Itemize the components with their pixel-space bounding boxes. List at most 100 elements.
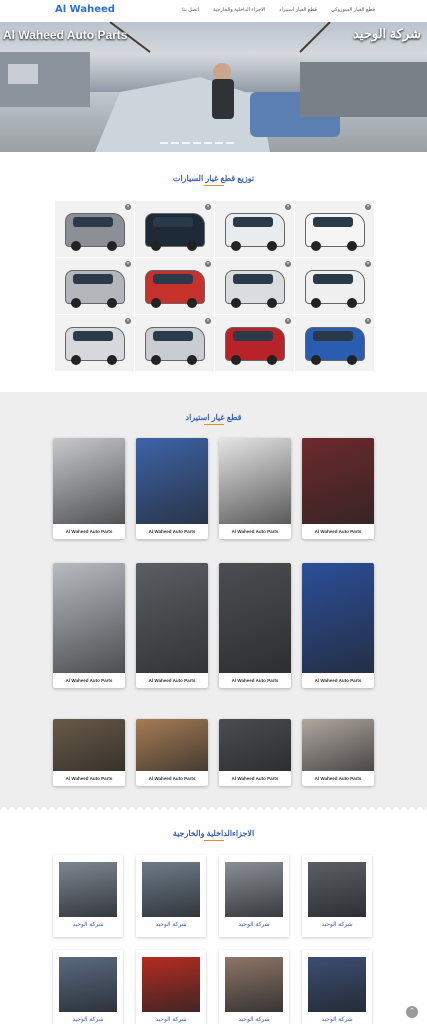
product-image [136, 563, 208, 673]
title-underline [203, 840, 224, 841]
wheel [151, 298, 161, 308]
wheel [187, 241, 197, 251]
product-card[interactable]: Al Waheed Auto Parts [136, 438, 208, 539]
close-icon[interactable]: × [205, 204, 211, 210]
product-card[interactable]: Al Waheed Auto Parts [302, 563, 374, 688]
wheel [231, 241, 241, 251]
vehicle-thumbnail[interactable]: × [215, 258, 294, 314]
wheel [71, 355, 81, 365]
vehicle-thumbnail[interactable]: × [295, 201, 374, 257]
gallery-caption: شركة الوحيد [155, 922, 187, 928]
product-image [53, 719, 125, 771]
scroll-to-top-button[interactable]: ⌃ [406, 1006, 418, 1018]
gallery-caption: شركة الوحيد [155, 1017, 187, 1023]
gallery-card[interactable]: شركة الوحيد [136, 950, 206, 1024]
slide-dot[interactable] [193, 142, 201, 144]
close-icon[interactable]: × [125, 318, 131, 324]
product-caption: Al Waheed Auto Parts [231, 776, 279, 781]
product-caption: Al Waheed Auto Parts [65, 776, 113, 781]
section-title-text: توزيع قطع غيار السيارات [172, 174, 255, 183]
product-card[interactable]: Al Waheed Auto Parts [136, 563, 208, 688]
slide-dot[interactable] [182, 142, 190, 144]
vehicle-thumbnail[interactable]: × [135, 258, 214, 314]
vehicle-thumbnail[interactable]: × [295, 315, 374, 371]
gallery-card[interactable]: شركة الوحيد [136, 855, 206, 937]
gallery-card[interactable]: شركة الوحيد [302, 855, 372, 937]
wheel [187, 298, 197, 308]
chevron-up-icon: ⌃ [409, 1008, 415, 1015]
vehicle-thumbnail[interactable]: × [55, 258, 134, 314]
vehicle-window [313, 274, 353, 284]
slide-dot[interactable] [160, 142, 168, 144]
vehicle-window [153, 217, 193, 227]
close-icon[interactable]: × [125, 204, 131, 210]
slide-dot[interactable] [215, 142, 223, 144]
close-icon[interactable]: × [365, 318, 371, 324]
wheel [347, 298, 357, 308]
close-icon[interactable]: × [125, 261, 131, 267]
product-card[interactable]: Al Waheed Auto Parts [302, 719, 374, 786]
close-icon[interactable]: × [205, 261, 211, 267]
vehicle-thumbnail[interactable]: × [215, 315, 294, 371]
gallery-caption: شركة الوحيد [72, 922, 104, 928]
vehicle-window [233, 331, 273, 341]
slide-dot[interactable] [204, 142, 212, 144]
product-card[interactable]: Al Waheed Auto Parts [136, 719, 208, 786]
slide-dot[interactable] [171, 142, 179, 144]
close-icon[interactable]: × [365, 261, 371, 267]
product-card[interactable]: Al Waheed Auto Parts [219, 563, 291, 688]
vehicle-thumbnail[interactable]: × [55, 315, 134, 371]
title-underline [203, 424, 224, 425]
close-icon[interactable]: × [285, 204, 291, 210]
wheel [267, 241, 277, 251]
vehicle-thumbnail[interactable]: × [215, 201, 294, 257]
gallery-card[interactable]: شركة الوحيد [219, 950, 289, 1024]
vehicle-gallery: × × × × × × × × × × × × [55, 201, 374, 372]
nav-link-interior-exterior[interactable]: الاجزاء الداخلية والخارجية [213, 7, 265, 13]
product-image [219, 438, 291, 524]
vehicle-window [153, 274, 193, 284]
close-icon[interactable]: × [285, 261, 291, 267]
product-card[interactable]: Al Waheed Auto Parts [302, 438, 374, 539]
product-caption: Al Waheed Auto Parts [148, 776, 196, 781]
section-title-text: قطع غيار استيراد [185, 413, 242, 422]
gallery-image [308, 957, 366, 1012]
product-caption: Al Waheed Auto Parts [65, 678, 113, 683]
gallery-caption: شركة الوحيد [238, 922, 270, 928]
vehicle-thumbnail[interactable]: × [295, 258, 374, 314]
product-card[interactable]: Al Waheed Auto Parts [53, 438, 125, 539]
gallery-card[interactable]: شركة الوحيد [53, 855, 123, 937]
section-title-import: قطع غيار استيراد [0, 413, 427, 425]
wheel [267, 355, 277, 365]
vehicle-window [233, 274, 273, 284]
product-card[interactable]: Al Waheed Auto Parts [53, 719, 125, 786]
close-icon[interactable]: × [205, 318, 211, 324]
vehicle-thumbnail[interactable]: × [135, 315, 214, 371]
gallery-card[interactable]: شركة الوحيد [302, 950, 372, 1024]
nav-link-import-parts[interactable]: قطع الغيار استيراد [279, 7, 317, 13]
nav-link-suzuki-parts[interactable]: قطع الغيار السوزوكي [331, 7, 375, 13]
brand-logo[interactable]: Al Waheed [55, 4, 115, 15]
vehicle-window [73, 217, 113, 227]
close-icon[interactable]: × [365, 204, 371, 210]
product-card[interactable]: Al Waheed Auto Parts [53, 563, 125, 688]
gallery-card[interactable]: شركة الوحيد [53, 950, 123, 1024]
product-image [136, 438, 208, 524]
product-caption: Al Waheed Auto Parts [65, 529, 113, 534]
close-icon[interactable]: × [285, 318, 291, 324]
product-card[interactable]: Al Waheed Auto Parts [219, 438, 291, 539]
product-image [302, 563, 374, 673]
product-card[interactable]: Al Waheed Auto Parts [219, 719, 291, 786]
wheel [347, 355, 357, 365]
gallery-caption: شركة الوحيد [321, 1017, 353, 1023]
vehicle-thumbnail[interactable]: × [55, 201, 134, 257]
gallery-card[interactable]: شركة الوحيد [219, 855, 289, 937]
product-caption: Al Waheed Auto Parts [231, 529, 279, 534]
gallery-image [142, 862, 200, 917]
wheel [311, 298, 321, 308]
slide-dot[interactable] [226, 142, 234, 144]
product-caption: Al Waheed Auto Parts [148, 678, 196, 683]
vehicle-thumbnail[interactable]: × [135, 201, 214, 257]
nav-link-contact[interactable]: اتصل بنا [182, 7, 199, 13]
product-caption: Al Waheed Auto Parts [314, 529, 362, 534]
